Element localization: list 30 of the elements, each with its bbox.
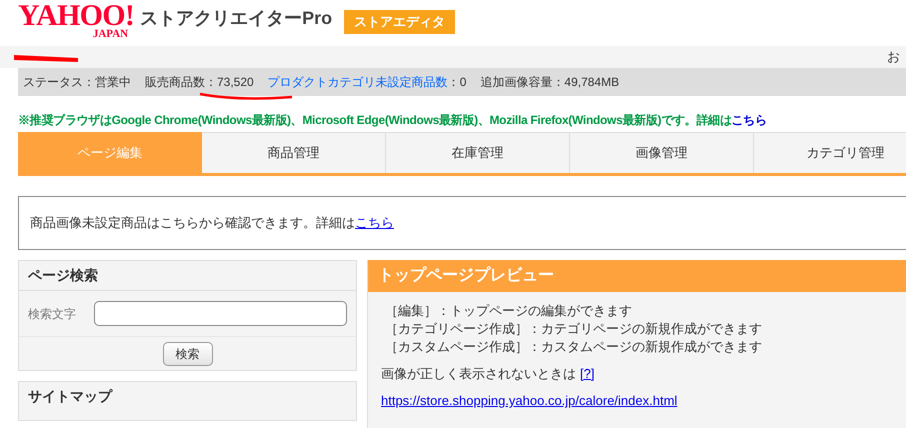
details-link[interactable]: こちら [731, 113, 767, 127]
help-link[interactable]: [?] [580, 365, 594, 383]
product-badge: ストアエディタ [344, 10, 456, 34]
logo-subtitle: JAPAN [92, 29, 128, 40]
preview-title: トップページプレビュー [378, 265, 554, 286]
nav-tab[interactable]: 在庫管理 [386, 132, 570, 173]
status-value: ：0 [448, 74, 466, 91]
panel-title: サイトマップ [28, 386, 112, 406]
nav-tab[interactable]: 画像管理 [570, 132, 754, 173]
store-url-link[interactable]: https://store.shopping.yahoo.co.jp/calore/index.html [381, 393, 678, 408]
preview-help-text: ［カテゴリページ作成］：カテゴリページの新規作成ができます [384, 320, 763, 338]
info-link[interactable]: こちら [355, 215, 394, 230]
panel-title: ページ検索 [28, 266, 98, 285]
preview-help-text: ［編集］：トップページの編集ができます [384, 302, 633, 320]
product-title: ストアクリエイターPro [140, 7, 332, 30]
browser-notice: ※推奨ブラウザはGoogle Chrome(Windows最新版)、Microsoft Edge(Windows最新版)、Mozilla Firefox(Windows最新版)です。詳細はこちら [18, 113, 767, 127]
image-note: 画像が正しく表示されないときは [381, 365, 576, 383]
search-button[interactable]: 検索 [162, 342, 212, 366]
status-text: ステータス：営業中 [23, 74, 131, 91]
search-field[interactable] [94, 301, 347, 326]
preview-help-text: ［カスタムページ作成］：カスタムページの新規作成ができます [384, 338, 763, 356]
field-label: 検索文字 [28, 306, 76, 322]
status-link[interactable]: プロダクトカテゴリ未設定商品数 [268, 73, 448, 91]
status-text: 追加画像容量：49,784MB [480, 74, 620, 91]
logo: YAHOO! [18, 2, 134, 30]
nav-tab[interactable]: カテゴリ管理 [754, 132, 906, 173]
nav-tab[interactable]: 商品管理 [202, 132, 386, 173]
status-text: 販売商品数：73,520 [145, 74, 254, 91]
info-text: 商品画像未設定商品はこちらから確認できます。詳細はこちら [30, 214, 394, 232]
account-text: お [887, 48, 900, 66]
